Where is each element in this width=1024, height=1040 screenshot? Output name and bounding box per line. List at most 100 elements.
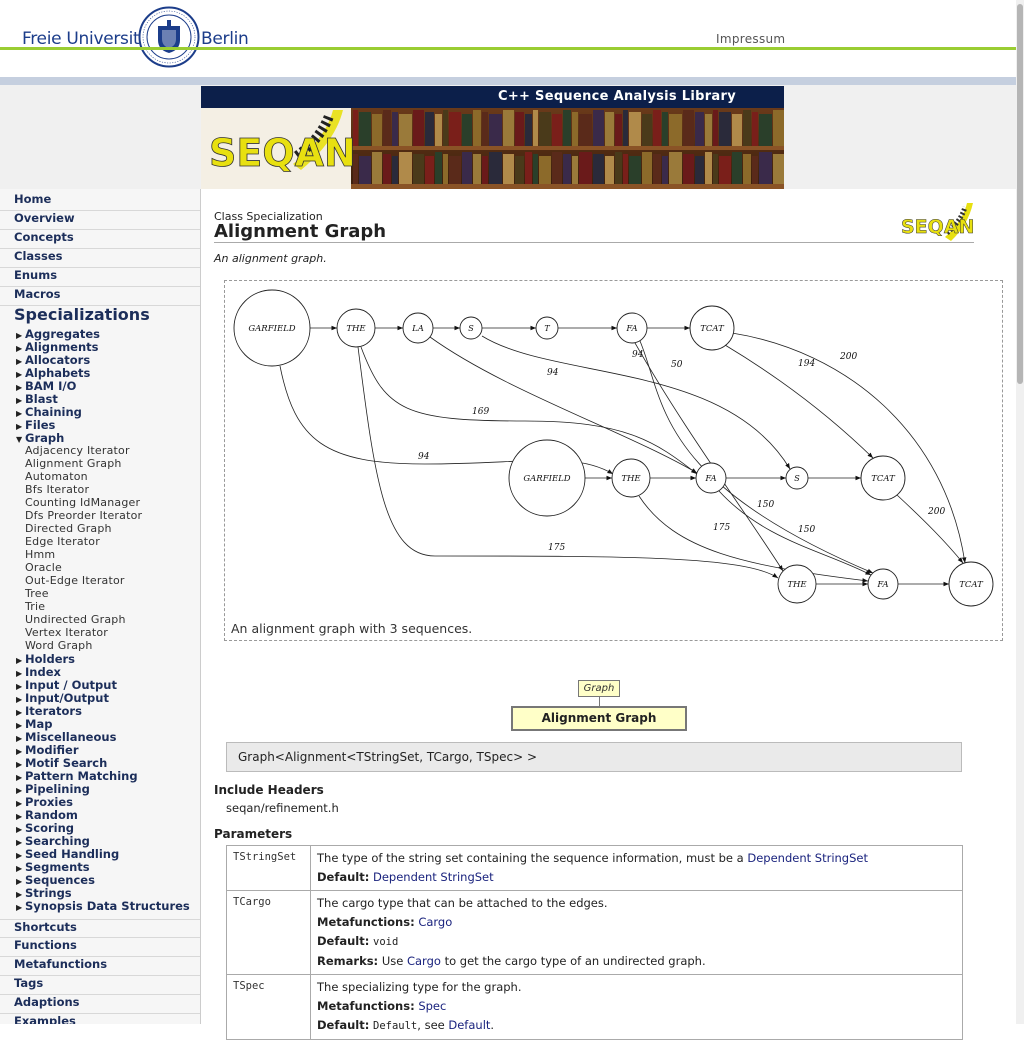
collapsed-arrow-icon[interactable]: ▶ — [16, 773, 25, 782]
dependent-stringset-link[interactable]: Dependent StringSet — [747, 851, 868, 865]
nav-item-concepts[interactable]: Concepts — [0, 230, 200, 249]
nav-item-macros[interactable]: Macros — [0, 287, 200, 306]
default-stringset-link[interactable]: Dependent StringSet — [373, 870, 494, 884]
nav-item-shortcuts[interactable]: Shortcuts — [0, 919, 200, 938]
collapsed-arrow-icon[interactable]: ▶ — [16, 383, 25, 392]
collapsed-arrow-icon[interactable]: ▶ — [16, 344, 25, 353]
sidebar-subitem-counting-idmanager[interactable]: Counting IdManager — [25, 496, 140, 509]
sidebar-item-bam-i-o[interactable]: ▶ BAM I/O — [16, 379, 76, 393]
scrollbar-thumb[interactable] — [1017, 4, 1023, 384]
nav-item-classes[interactable]: Classes — [0, 249, 200, 268]
sidebar-subitem-bfs-iterator[interactable]: Bfs Iterator — [25, 483, 89, 496]
nav-item-overview[interactable]: Overview — [0, 211, 200, 230]
collapsed-arrow-icon[interactable]: ▶ — [16, 825, 25, 834]
collapsed-arrow-icon[interactable]: ▶ — [16, 396, 25, 405]
sidebar-item-map[interactable]: ▶ Map — [16, 717, 52, 731]
sidebar-subitem-hmm[interactable]: Hmm — [25, 548, 55, 561]
collapsed-arrow-icon[interactable]: ▶ — [16, 734, 25, 743]
sidebar-item-proxies[interactable]: ▶ Proxies — [16, 795, 73, 809]
sidebar-item-segments[interactable]: ▶ Segments — [16, 860, 90, 874]
sidebar-item-aggregates[interactable]: ▶ Aggregates — [16, 327, 100, 341]
sidebar-subitem-out-edge-iterator[interactable]: Out-Edge Iterator — [25, 574, 125, 587]
collapsed-arrow-icon[interactable]: ▶ — [16, 799, 25, 808]
sidebar-item-miscellaneous[interactable]: ▶ Miscellaneous — [16, 730, 116, 744]
collapsed-arrow-icon[interactable]: ▶ — [16, 786, 25, 795]
university-name[interactable]: Freie Universität — [22, 29, 156, 49]
sidebar-subitem-adjacency-iterator[interactable]: Adjacency Iterator — [25, 444, 130, 457]
collapsed-arrow-icon[interactable]: ▶ — [16, 370, 25, 379]
collapsed-arrow-icon[interactable]: ▶ — [16, 422, 25, 431]
sidebar-item-input-output[interactable]: ▶ Input / Output — [16, 678, 117, 692]
nav-item-enums[interactable]: Enums — [0, 268, 200, 287]
nav-item-home[interactable]: Home — [0, 192, 200, 211]
sidebar-subitem-undirected-graph[interactable]: Undirected Graph — [25, 613, 126, 626]
collapsed-arrow-icon[interactable]: ▶ — [16, 851, 25, 860]
collapsed-arrow-icon[interactable]: ▶ — [16, 682, 25, 691]
sidebar-item-files[interactable]: ▶ Files — [16, 418, 55, 432]
sidebar-subitem-edge-iterator[interactable]: Edge Iterator — [25, 535, 100, 548]
sidebar-item-seed-handling[interactable]: ▶ Seed Handling — [16, 847, 119, 861]
impressum-link[interactable]: Impressum — [716, 32, 785, 46]
nav-item-adaptions[interactable]: Adaptions — [0, 995, 200, 1014]
collapsed-arrow-icon[interactable]: ▶ — [16, 864, 25, 873]
collapsed-arrow-icon[interactable]: ▶ — [16, 656, 25, 665]
sidebar-item-index[interactable]: ▶ Index — [16, 665, 61, 679]
sidebar-item-alphabets[interactable]: ▶ Alphabets — [16, 366, 90, 380]
collapsed-arrow-icon[interactable]: ▶ — [16, 760, 25, 769]
collapsed-arrow-icon[interactable]: ▶ — [16, 409, 25, 418]
book-spine — [683, 154, 694, 184]
sidebar-item-pattern-matching[interactable]: ▶ Pattern Matching — [16, 769, 138, 783]
sidebar-item-chaining[interactable]: ▶ Chaining — [16, 405, 82, 419]
sidebar-item-motif-search[interactable]: ▶ Motif Search — [16, 756, 107, 770]
sidebar-item-blast[interactable]: ▶ Blast — [16, 392, 58, 406]
sidebar-item-scoring[interactable]: ▶ Scoring — [16, 821, 74, 835]
cargo-link[interactable]: Cargo — [418, 915, 452, 929]
expanded-arrow-icon[interactable]: ▼ — [16, 435, 25, 444]
seqan-small-logo[interactable]: SEQAN — [901, 199, 975, 247]
collapsed-arrow-icon[interactable]: ▶ — [16, 669, 25, 678]
collapsed-arrow-icon[interactable]: ▶ — [16, 877, 25, 886]
sidebar-subitem-vertex-iterator[interactable]: Vertex Iterator — [25, 626, 108, 639]
sidebar-subitem-oracle[interactable]: Oracle — [25, 561, 62, 574]
nav-item-tags[interactable]: Tags — [0, 976, 200, 995]
inheritance-parent-box[interactable]: Graph — [578, 680, 620, 697]
university-seal-logo[interactable] — [138, 6, 200, 68]
university-city[interactable]: Berlin — [201, 29, 249, 49]
sidebar-subitem-dfs-preorder-iterator[interactable]: Dfs Preorder Iterator — [25, 509, 142, 522]
sidebar-item-alignments[interactable]: ▶ Alignments — [16, 340, 99, 354]
sidebar-item-input-output[interactable]: ▶ Input/Output — [16, 691, 109, 705]
collapsed-arrow-icon[interactable]: ▶ — [16, 695, 25, 704]
nav-item-examples[interactable]: Examples — [0, 1014, 200, 1024]
sidebar-item-pipelining[interactable]: ▶ Pipelining — [16, 782, 90, 796]
sidebar-subitem-tree[interactable]: Tree — [25, 587, 49, 600]
remarks-cargo-link[interactable]: Cargo — [407, 954, 441, 968]
nav-item-metafunctions[interactable]: Metafunctions — [0, 957, 200, 976]
collapsed-arrow-icon[interactable]: ▶ — [16, 838, 25, 847]
collapsed-arrow-icon[interactable]: ▶ — [16, 903, 25, 912]
sidebar-subitem-trie[interactable]: Trie — [25, 600, 45, 613]
sidebar-item-searching[interactable]: ▶ Searching — [16, 834, 90, 848]
nav-item-functions[interactable]: Functions — [0, 938, 200, 957]
sidebar-item-modifier[interactable]: ▶ Modifier — [16, 743, 79, 757]
sidebar-subitem-automaton[interactable]: Automaton — [25, 470, 88, 483]
sidebar-subitem-word-graph[interactable]: Word Graph — [25, 639, 93, 652]
collapsed-arrow-icon[interactable]: ▶ — [16, 708, 25, 717]
spec-link[interactable]: Spec — [418, 999, 446, 1013]
collapsed-arrow-icon[interactable]: ▶ — [16, 357, 25, 366]
sidebar-item-graph[interactable]: ▼ Graph — [16, 431, 64, 445]
collapsed-arrow-icon[interactable]: ▶ — [16, 890, 25, 899]
sidebar-item-sequences[interactable]: ▶ Sequences — [16, 873, 95, 887]
sidebar-item-strings[interactable]: ▶ Strings — [16, 886, 72, 900]
collapsed-arrow-icon[interactable]: ▶ — [16, 721, 25, 730]
default-link[interactable]: Default — [448, 1018, 490, 1032]
sidebar-item-iterators[interactable]: ▶ Iterators — [16, 704, 82, 718]
collapsed-arrow-icon[interactable]: ▶ — [16, 812, 25, 821]
sidebar-item-allocators[interactable]: ▶ Allocators — [16, 353, 90, 367]
sidebar-item-random[interactable]: ▶ Random — [16, 808, 78, 822]
collapsed-arrow-icon[interactable]: ▶ — [16, 331, 25, 340]
sidebar-subitem-alignment-graph[interactable]: Alignment Graph — [25, 457, 122, 470]
sidebar-item-synopsis-data-structures[interactable]: ▶ Synopsis Data Structures — [16, 899, 190, 913]
collapsed-arrow-icon[interactable]: ▶ — [16, 747, 25, 756]
sidebar-item-holders[interactable]: ▶ Holders — [16, 652, 75, 666]
sidebar-subitem-directed-graph[interactable]: Directed Graph — [25, 522, 112, 535]
